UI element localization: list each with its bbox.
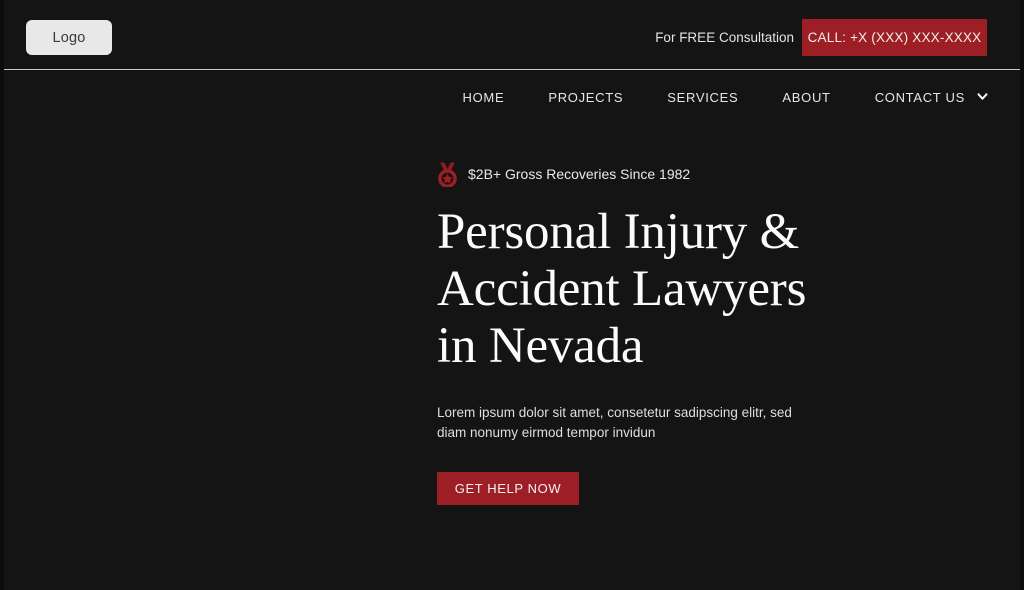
call-phone-button[interactable]: CALL: +X (XXX) XXX-XXXX [802, 19, 987, 56]
site-logo[interactable]: Logo [26, 20, 112, 55]
nav-item-contact-us[interactable]: CONTACT US [875, 90, 988, 105]
hero-subtext: Lorem ipsum dolor sit amet, consetetur s… [437, 405, 792, 440]
hero-headline: Personal Injury & Accident Lawyers in Ne… [437, 204, 807, 374]
hero-badge-text: $2B+ Gross Recoveries Since 1982 [468, 166, 691, 182]
get-help-now-button-label: GET HELP NOW [454, 481, 562, 496]
main-navigation: HOME PROJECTS SERVICES ABOUT CONTACT US [4, 70, 1020, 125]
nav-item-contact-us-label: CONTACT US [874, 90, 965, 105]
hero-section: $2B+ Gross Recoveries Since 1982 Persona… [437, 160, 857, 505]
nav-item-projects-label: PROJECTS [548, 90, 624, 105]
nav-item-about[interactable]: ABOUT [782, 90, 830, 105]
nav-item-services-label: SERVICES [667, 90, 739, 105]
page-root: Logo For FREE Consultation CALL: +X (XXX… [0, 0, 1024, 590]
call-phone-button-label: CALL: +X (XXX) XXX-XXXX [807, 30, 982, 45]
free-consultation-text: For FREE Consultation [655, 30, 794, 45]
nav-item-home[interactable]: HOME [463, 90, 505, 105]
get-help-now-button[interactable]: GET HELP NOW [437, 472, 579, 505]
site-logo-label: Logo [52, 29, 86, 46]
medal-icon [437, 162, 458, 187]
nav-item-about-label: ABOUT [782, 90, 831, 105]
nav-item-home-label: HOME [462, 90, 505, 105]
chevron-down-icon [977, 91, 988, 102]
nav-item-projects[interactable]: PROJECTS [548, 90, 623, 105]
nav-item-services[interactable]: SERVICES [667, 90, 738, 105]
top-bar: Logo For FREE Consultation CALL: +X (XXX… [4, 0, 1020, 70]
hero-badge: $2B+ Gross Recoveries Since 1982 [437, 160, 857, 188]
